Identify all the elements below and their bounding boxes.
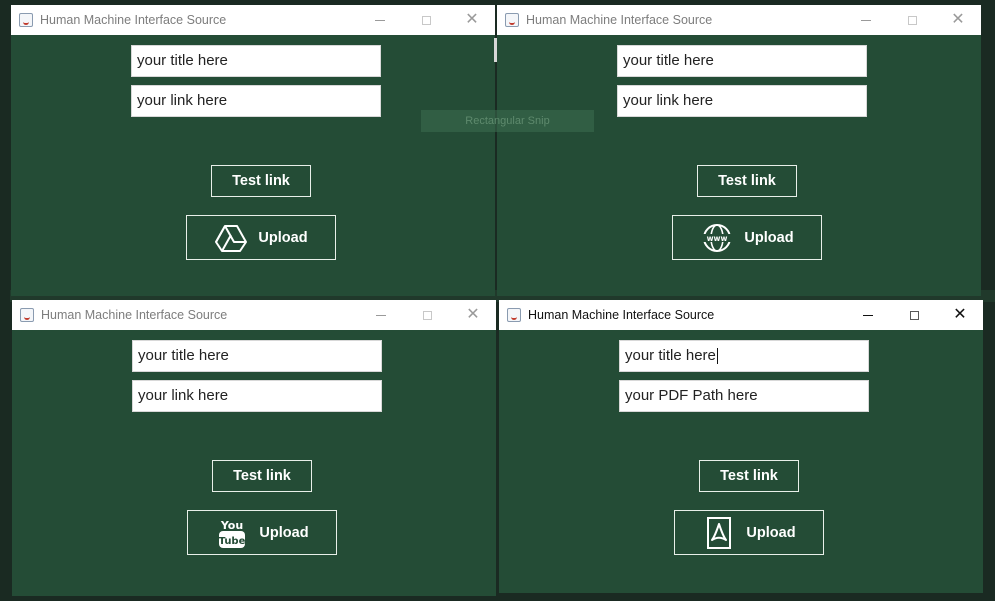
upload-button[interactable]: You Tube Upload (187, 510, 337, 555)
google-drive-icon (214, 221, 248, 255)
java-app-icon (20, 308, 34, 322)
text-caret (716, 348, 718, 365)
www-globe-icon: www (700, 221, 734, 255)
minimize-icon (375, 19, 385, 21)
close-icon: ✕ (953, 306, 967, 323)
pdf-path-input[interactable]: your PDF Path here (619, 380, 869, 412)
close-icon: ✕ (466, 306, 480, 323)
maximize-icon (421, 15, 431, 25)
title-input[interactable]: your title here (131, 45, 381, 77)
window-title: Human Machine Interface Source (528, 308, 715, 322)
java-app-icon (507, 308, 521, 322)
maximize-button[interactable] (403, 5, 449, 35)
java-app-icon (505, 13, 519, 27)
upload-label: Upload (744, 229, 794, 246)
minimize-icon (861, 19, 871, 21)
maximize-button[interactable] (889, 5, 935, 35)
upload-button[interactable]: Upload (186, 215, 336, 260)
minimize-button[interactable] (843, 5, 889, 35)
close-button[interactable]: ✕ (450, 300, 496, 330)
close-button[interactable]: ✕ (935, 5, 981, 35)
minimize-button[interactable] (845, 300, 891, 330)
link-input[interactable]: your link here (617, 85, 867, 117)
close-button[interactable]: ✕ (449, 5, 495, 35)
close-icon: ✕ (465, 11, 479, 28)
maximize-button[interactable] (404, 300, 450, 330)
window-title: Human Machine Interface Source (41, 308, 228, 322)
window-web: Human Machine Interface Source ✕ your ti… (497, 5, 981, 296)
title-bar[interactable]: Human Machine Interface Source ✕ (499, 300, 983, 330)
title-bar[interactable]: Human Machine Interface Source ✕ (497, 5, 981, 35)
window-title: Human Machine Interface Source (40, 13, 227, 27)
maximize-icon (907, 15, 917, 25)
test-link-button[interactable]: Test link (211, 165, 311, 197)
upload-label: Upload (746, 524, 796, 541)
maximize-button[interactable] (891, 300, 937, 330)
close-button[interactable]: ✕ (937, 300, 983, 330)
svg-text:You: You (220, 519, 243, 532)
window-title: Human Machine Interface Source (526, 13, 713, 27)
upload-label: Upload (258, 229, 308, 246)
java-app-icon (19, 13, 33, 27)
window-drive: Human Machine Interface Source ✕ your ti… (11, 5, 495, 296)
pdf-icon (702, 516, 736, 550)
minimize-button[interactable] (357, 5, 403, 35)
title-bar[interactable]: Human Machine Interface Source ✕ (12, 300, 496, 330)
window-pdf: Human Machine Interface Source ✕ your ti… (499, 300, 983, 593)
maximize-icon (909, 310, 919, 320)
title-bar[interactable]: Human Machine Interface Source ✕ (11, 5, 495, 35)
upload-label: Upload (259, 524, 309, 541)
title-input[interactable]: your title here (132, 340, 382, 372)
svg-text:Tube: Tube (219, 536, 246, 547)
window-youtube: Human Machine Interface Source ✕ your ti… (12, 300, 496, 596)
link-input[interactable]: your link here (132, 380, 382, 412)
maximize-icon (422, 310, 432, 320)
title-input-value: your title here (625, 347, 716, 364)
svg-text:www: www (707, 234, 728, 243)
close-icon: ✕ (951, 11, 965, 28)
link-input[interactable]: your link here (131, 85, 381, 117)
minimize-icon (376, 314, 386, 316)
minimize-icon (863, 314, 873, 316)
minimize-button[interactable] (358, 300, 404, 330)
test-link-button[interactable]: Test link (212, 460, 312, 492)
title-input[interactable]: your title here (617, 45, 867, 77)
upload-button[interactable]: www Upload (672, 215, 822, 260)
test-link-button[interactable]: Test link (699, 460, 799, 492)
title-input[interactable]: your title here (619, 340, 869, 372)
test-link-button[interactable]: Test link (697, 165, 797, 197)
rectangular-snip-overlay: Rectangular Snip (421, 110, 594, 132)
youtube-icon: You Tube (215, 516, 249, 550)
upload-button[interactable]: Upload (674, 510, 824, 555)
